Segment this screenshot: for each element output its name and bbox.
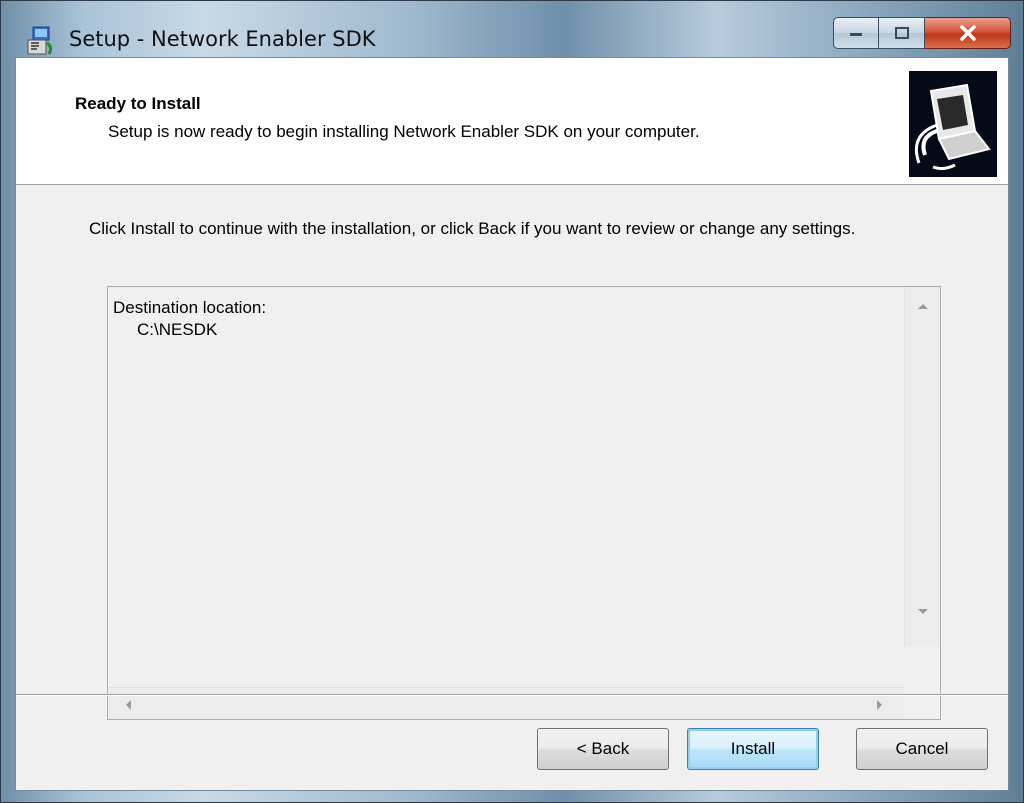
memo-line-destination-path: C:\NESDK [137,320,218,339]
memo-line-destination-label: Destination location: [113,298,267,317]
page-subtitle: Setup is now ready to begin installing N… [108,122,700,141]
horizontal-scrollbar[interactable] [108,687,904,719]
maximize-icon [894,27,909,39]
wizard-header: Ready to Install Setup is now ready to b… [16,58,1008,185]
back-button[interactable]: < Back [537,728,669,770]
install-button[interactable]: Install [687,728,819,770]
scroll-right-icon[interactable] [877,700,882,710]
dialog-client-area: Ready to Install Setup is now ready to b… [15,57,1009,791]
minimize-button[interactable] [833,17,879,49]
instruction-text: Click Install to continue with the insta… [89,219,856,238]
title-bar[interactable]: Setup - Network Enabler SDK [1,1,1023,57]
scrollbar-corner [904,687,940,719]
close-icon [959,25,976,41]
setup-window: Setup - Network Enabler SDK Ready to Ins… [0,0,1024,803]
cancel-button[interactable]: Cancel [856,728,988,770]
close-button[interactable] [925,17,1011,49]
maximize-button[interactable] [879,17,925,49]
footer-divider [16,694,1008,696]
computer-install-icon [909,71,997,177]
vertical-scrollbar[interactable] [904,287,940,647]
scroll-up-icon[interactable] [918,304,928,309]
memo-content: Destination location: C:\NESDK [108,287,908,647]
scroll-down-icon[interactable] [918,609,928,614]
caption-buttons [833,17,1011,51]
page-title: Ready to Install [75,94,201,113]
scroll-left-icon[interactable] [126,700,131,710]
minimize-icon [850,33,862,36]
window-title: Setup - Network Enabler SDK [69,27,376,51]
installer-icon[interactable] [25,25,57,57]
ready-memo[interactable]: Destination location: C:\NESDK [107,286,941,720]
